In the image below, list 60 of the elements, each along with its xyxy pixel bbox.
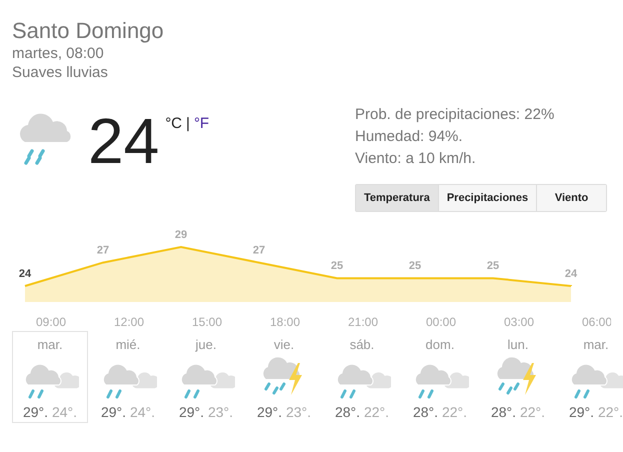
location-title: Santo Domingo <box>12 18 165 44</box>
day-card[interactable]: jue. 29°. 23°. <box>168 331 244 423</box>
day-card[interactable]: mar. 29°. 22°. <box>558 331 623 423</box>
unit-link[interactable]: °F <box>194 115 210 132</box>
value-label: 25 <box>408 260 422 272</box>
time-label: 00:00 <box>426 315 456 329</box>
value-label: 24 <box>564 268 578 280</box>
value-label: 25 <box>330 260 344 272</box>
high-temperature: 29°. <box>22 404 48 420</box>
high-temperature: 29°. <box>568 404 594 420</box>
value-label: 24 <box>18 268 32 280</box>
weather-detail: Viento: a 10 km/h. <box>355 149 477 169</box>
low-temperature: 24°. <box>130 404 155 420</box>
value-label: 27 <box>96 244 110 257</box>
day-name: mié. <box>116 337 140 354</box>
day-name: dom. <box>426 337 454 354</box>
high-temperature: 28°. <box>412 404 438 420</box>
tab[interactable]: Viento <box>537 185 606 211</box>
time-label: 09:00 <box>36 315 66 329</box>
time-label: 03:00 <box>504 315 534 329</box>
day-name: mar. <box>583 337 609 354</box>
weather-detail: Prob. de precipitaciones: 22% <box>355 105 556 125</box>
high-temperature: 29°. <box>178 404 204 420</box>
unit-link[interactable]: °C <box>165 115 182 132</box>
time-label: 18:00 <box>270 315 300 329</box>
value-label: 29 <box>174 229 188 241</box>
low-temperature: 22°. <box>598 404 623 420</box>
low-temperature: 22°. <box>364 404 389 420</box>
tab[interactable]: Temperatura <box>356 185 439 211</box>
time-label: 21:00 <box>348 315 378 329</box>
low-temperature: 22°. <box>520 404 545 420</box>
day-name: sáb. <box>350 337 374 354</box>
weather-detail: Humedad: 94%. <box>355 127 464 147</box>
weather-condition: Suaves lluvias <box>12 63 109 82</box>
current-temperature: 24 <box>88 109 160 173</box>
time-label: 15:00 <box>192 315 222 329</box>
high-temperature: 29°. <box>256 404 282 420</box>
day-card[interactable]: lun. 28°. 22°. <box>480 331 556 423</box>
time-label: 12:00 <box>114 315 144 329</box>
low-temperature: 24°. <box>52 404 77 420</box>
low-temperature: 23°. <box>286 404 311 420</box>
low-temperature: 23°. <box>208 404 233 420</box>
day-card[interactable]: dom. 28°. 22°. <box>402 331 478 423</box>
day-name: lun. <box>508 337 528 354</box>
high-temperature: 29°. <box>100 404 126 420</box>
value-label: 27 <box>252 244 266 257</box>
day-name: mar. <box>37 337 63 354</box>
high-temperature: 28°. <box>334 404 360 420</box>
day-card[interactable]: sáb. 28°. 22°. <box>324 331 400 423</box>
day-card[interactable]: mar. 29°. 24°. <box>12 331 88 423</box>
low-temperature: 22°. <box>442 404 467 420</box>
day-card[interactable]: vie. 29°. 23°. <box>246 331 322 423</box>
value-label: 25 <box>486 260 500 272</box>
separator: | <box>186 115 190 132</box>
high-temperature: 28°. <box>490 404 516 420</box>
day-name: jue. <box>196 337 216 354</box>
day-card[interactable]: mié. 29°. 24°. <box>90 331 166 423</box>
day-name: vie. <box>274 337 294 354</box>
tab[interactable]: Precipitaciones <box>438 185 538 211</box>
date-time: martes, 08:00 <box>12 44 105 63</box>
